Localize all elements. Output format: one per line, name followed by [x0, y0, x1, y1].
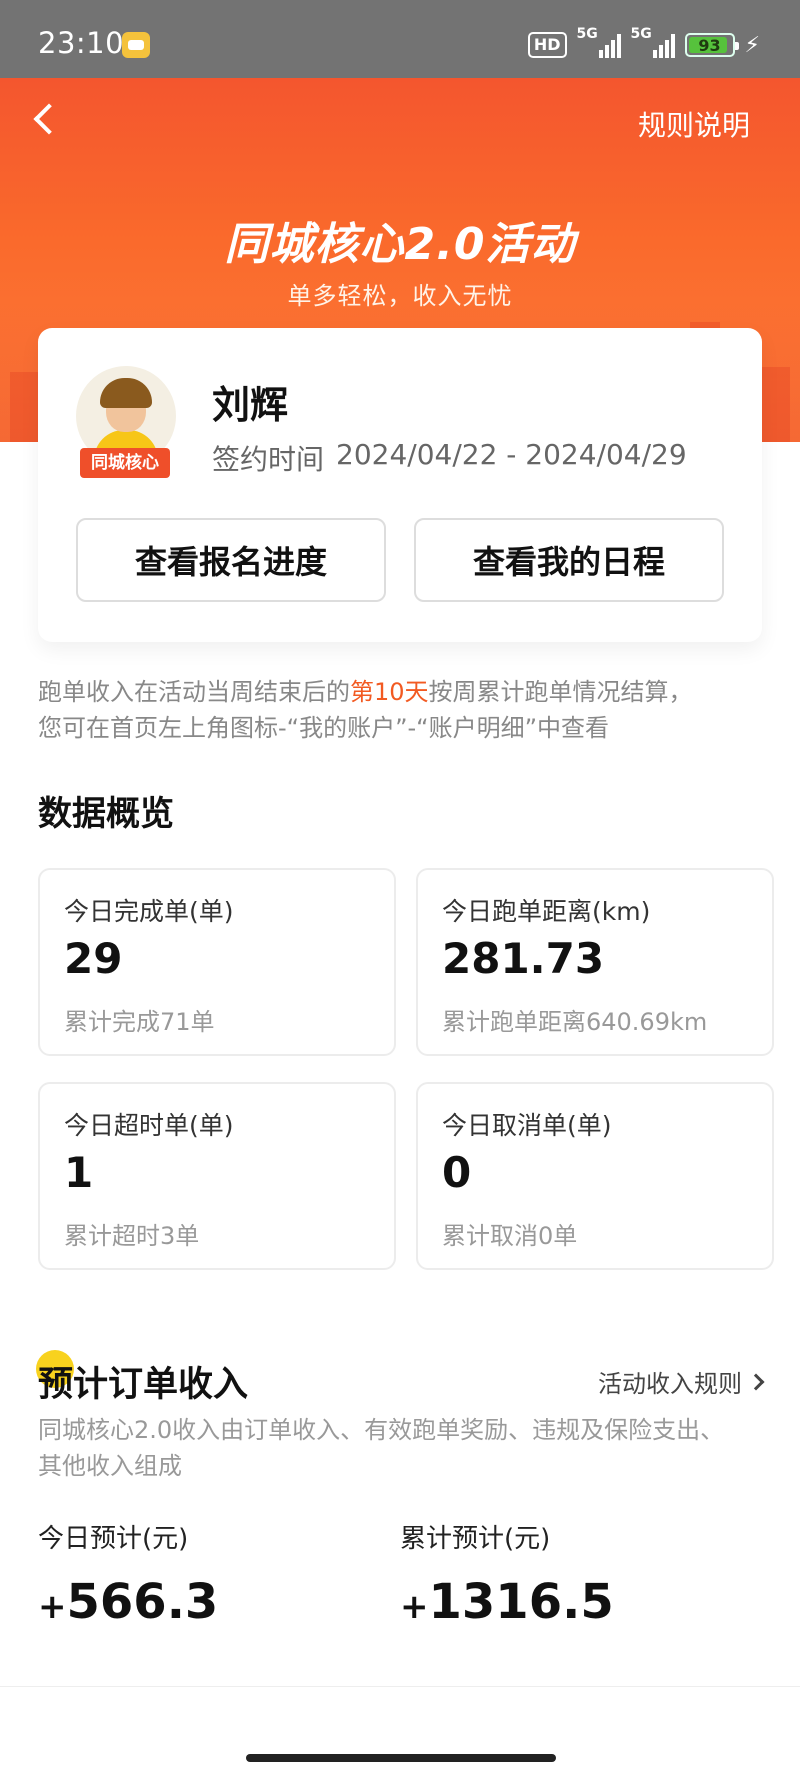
today-estimate-label: 今日预计(元)	[38, 1524, 189, 1554]
divider	[0, 1686, 800, 1687]
network-type-label: 5G	[576, 26, 598, 42]
stat-value: 0	[442, 1148, 472, 1197]
charging-icon: ⚡	[744, 32, 760, 58]
stat-card-completed: 今日完成单(单) 29 累计完成71单	[38, 868, 396, 1056]
battery-icon: 93	[684, 33, 739, 57]
stat-card-overtime: 今日超时单(单) 1 累计超时3单	[38, 1082, 396, 1270]
rules-link[interactable]: 规则说明	[638, 104, 750, 144]
back-arrow-icon[interactable]	[26, 100, 62, 140]
home-indicator[interactable]	[246, 1754, 556, 1762]
stat-value: 1	[64, 1148, 94, 1197]
hd-voice-icon: HD	[527, 32, 567, 58]
income-rules-label: 活动收入规则	[598, 1370, 742, 1398]
battery-level: 93	[698, 35, 721, 55]
income-description: 同城核心2.0收入由订单收入、有效跑单奖励、违规及保险支出、其他收入组成	[38, 1416, 725, 1480]
stat-cumulative: 累计超时3单	[64, 1222, 200, 1250]
stat-value: 29	[64, 934, 123, 983]
stat-label: 今日跑单距离(km)	[442, 897, 651, 926]
rider-name: 刘辉	[212, 383, 289, 427]
notice-text-1: 跑单收入在活动当周结束后的	[38, 678, 350, 706]
notification-app-icon	[122, 32, 150, 58]
status-time: 23:10	[38, 26, 125, 60]
plus-sign: +	[38, 1587, 67, 1627]
notice-highlight: 第10天	[350, 678, 429, 706]
signal-icon: 5G	[577, 26, 621, 58]
total-amount: 1316.5	[428, 1574, 614, 1630]
contract-range: 2024/04/22 - 2024/04/29	[336, 438, 687, 471]
notice-text-2: 按周累计跑单情况结算，	[428, 678, 693, 706]
network-type-label-2: 5G	[630, 26, 652, 42]
stat-cumulative: 累计完成71单	[64, 1008, 215, 1036]
settlement-notice: 跑单收入在活动当周结束后的第10天按周累计跑单情况结算， 您可在首页左上角图标-…	[38, 674, 762, 746]
contract-period: 签约时间 2024/04/22 - 2024/04/29	[212, 438, 687, 478]
today-estimate-value: +566.3	[38, 1574, 218, 1630]
stat-label: 今日超时单(单)	[64, 1111, 234, 1140]
stat-label: 今日完成单(单)	[64, 897, 234, 926]
notice-text-3: 您可在首页左上角图标-“我的账户”-“账户明细”中查看	[38, 714, 610, 742]
stat-value: 281.73	[442, 934, 605, 983]
view-schedule-button[interactable]: 查看我的日程	[414, 518, 724, 602]
activity-title: 同城核心2.0活动	[224, 219, 576, 270]
overview-title: 数据概览	[38, 794, 174, 834]
status-indicators: HD 5G 5G 93 ⚡	[527, 26, 760, 62]
income-rules-link[interactable]: 活动收入规则	[598, 1364, 765, 1399]
stat-card-cancelled: 今日取消单(单) 0 累计取消0单	[416, 1082, 774, 1270]
plus-sign: +	[400, 1587, 429, 1627]
stat-cumulative: 累计取消0单	[442, 1222, 578, 1250]
stat-card-distance: 今日跑单距离(km) 281.73 累计跑单距离640.69km	[416, 868, 774, 1056]
signal-icon-2: 5G	[631, 26, 675, 58]
contract-label: 签约时间	[212, 443, 325, 476]
total-estimate-label: 累计预计(元)	[400, 1524, 551, 1554]
stat-cumulative: 累计跑单距离640.69km	[442, 1008, 708, 1036]
activity-subtitle: 单多轻松，收入无忧	[287, 282, 513, 310]
stat-label: 今日取消单(单)	[442, 1111, 612, 1140]
view-signup-progress-button[interactable]: 查看报名进度	[76, 518, 386, 602]
avatar-badge: 同城核心	[80, 448, 170, 478]
income-title: 预计订单收入	[38, 1365, 249, 1405]
today-amount: 566.3	[66, 1574, 219, 1630]
chevron-right-icon	[747, 1373, 765, 1390]
profile-card: 同城核心 刘辉 签约时间 2024/04/22 - 2024/04/29 查看报…	[38, 328, 762, 642]
total-estimate-value: +1316.5	[400, 1574, 614, 1630]
status-bar: 23:10 HD 5G 5G 93 ⚡	[0, 0, 800, 78]
